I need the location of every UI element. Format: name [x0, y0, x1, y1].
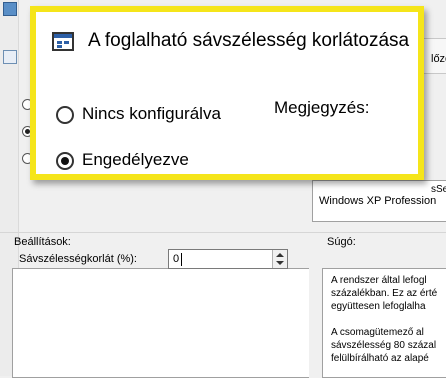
help-panel: A rendszer által lefogl százalékban. Ez …: [322, 268, 446, 378]
help-line: felülbírálható az alapé: [331, 353, 429, 364]
help-line: A csomagütemező al: [331, 327, 424, 338]
help-line: együttesen lefoglalha: [331, 301, 426, 312]
radio-not-configured[interactable]: [56, 106, 74, 124]
supported-on-box: sServ Windows XP Profession: [312, 180, 446, 222]
section-divider: [0, 232, 446, 233]
help-line: A rendszer által lefogl: [331, 275, 427, 286]
options-panel: [12, 268, 309, 378]
bandwidth-limit-spinner[interactable]: 0: [168, 249, 288, 269]
bandwidth-limit-label: Sávszélességkorlát (%):: [19, 253, 137, 265]
help-line: százalékban. Ez az érté: [331, 288, 438, 299]
header-text: lőző: [431, 53, 446, 65]
help-line: sávszélesség 80 százal: [331, 340, 437, 351]
supported-on-line-2: Windows XP Profession: [319, 195, 437, 207]
help-heading: Súgó:: [327, 236, 356, 248]
spinner-buttons[interactable]: [272, 250, 287, 268]
bandwidth-limit-value[interactable]: 0: [173, 253, 179, 265]
zoom-callout: A foglalható sávszélesség korlátozása Ni…: [30, 6, 424, 180]
radio-enabled[interactable]: [56, 152, 74, 170]
policy-setting-icon: [52, 32, 74, 51]
comment-label: Megjegyzés:: [274, 98, 370, 117]
policy-title: A foglalható sávszélesség korlátozása: [88, 30, 410, 51]
window-icon: [3, 2, 17, 16]
radio-enabled-label[interactable]: Engedélyezve: [82, 150, 189, 170]
radio-not-configured-label[interactable]: Nincs konfigurálva: [82, 104, 221, 124]
text-cursor: [181, 253, 182, 266]
spin-down-icon[interactable]: [276, 261, 284, 265]
options-heading: Beállítások:: [14, 236, 71, 248]
toolbar-icon: [3, 50, 17, 64]
spin-up-icon[interactable]: [276, 253, 284, 257]
